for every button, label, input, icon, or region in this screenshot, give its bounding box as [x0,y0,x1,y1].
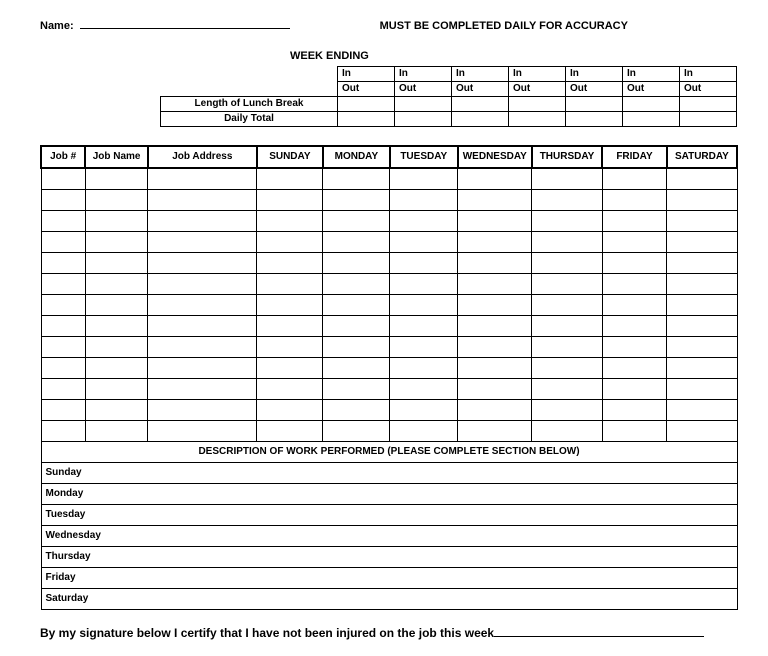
col-jobnum: Job # [41,146,85,168]
job-row[interactable] [41,211,737,232]
in-label: In [566,67,623,82]
col-day: SUNDAY [257,146,323,168]
job-table-header: Job # Job Name Job Address SUNDAY MONDAY… [41,146,737,168]
time-table: In In In In In In In Out Out Out Out Out… [160,66,737,127]
lunch-cell[interactable] [338,97,395,112]
job-row[interactable] [41,274,737,295]
out-label: Out [395,82,452,97]
daily-total-label: Daily Total [161,112,338,127]
in-label: In [338,67,395,82]
daily-total-cell[interactable] [566,112,623,127]
desc-row[interactable]: Friday [41,568,737,589]
lunch-cell[interactable] [509,97,566,112]
job-row[interactable] [41,379,737,400]
daily-total-cell[interactable] [680,112,737,127]
job-row[interactable] [41,232,737,253]
job-table: Job # Job Name Job Address SUNDAY MONDAY… [40,145,738,610]
out-label: Out [338,82,395,97]
daily-total-cell[interactable] [623,112,680,127]
desc-day[interactable]: Friday [41,568,737,589]
out-label: Out [623,82,680,97]
in-label: In [452,67,509,82]
lunch-break-label: Length of Lunch Break [161,97,338,112]
desc-day[interactable]: Saturday [41,589,737,610]
lunch-cell[interactable] [566,97,623,112]
certify-text: By my signature below I certify that I h… [40,626,494,640]
out-label: Out [566,82,623,97]
lunch-cell[interactable] [680,97,737,112]
week-ending-label: WEEK ENDING [290,50,738,62]
job-row[interactable] [41,337,737,358]
job-row[interactable] [41,295,737,316]
job-row[interactable] [41,421,737,442]
col-day: SATURDAY [667,146,737,168]
desc-day[interactable]: Wednesday [41,526,737,547]
desc-day[interactable]: Sunday [41,463,737,484]
daily-total-cell[interactable] [509,112,566,127]
desc-day[interactable]: Monday [41,484,737,505]
lunch-cell[interactable] [623,97,680,112]
col-day: THURSDAY [532,146,602,168]
desc-row[interactable]: Tuesday [41,505,737,526]
job-row[interactable] [41,168,737,190]
desc-row[interactable]: Monday [41,484,737,505]
description-section-title: DESCRIPTION OF WORK PERFORMED (PLEASE CO… [41,442,737,463]
job-row[interactable] [41,190,737,211]
certify-line: By my signature below I certify that I h… [40,624,738,640]
desc-row[interactable]: Sunday [41,463,737,484]
name-label: Name: [40,20,74,32]
daily-total-cell[interactable] [452,112,509,127]
desc-row[interactable]: Thursday [41,547,737,568]
header-row: Name: MUST BE COMPLETED DAILY FOR ACCURA… [40,16,738,32]
col-day: WEDNESDAY [458,146,532,168]
lunch-cell[interactable] [395,97,452,112]
job-row[interactable] [41,400,737,421]
description-section-header: DESCRIPTION OF WORK PERFORMED (PLEASE CO… [41,442,737,463]
out-label: Out [452,82,509,97]
in-label: In [395,67,452,82]
desc-row[interactable]: Wednesday [41,526,737,547]
in-label: In [623,67,680,82]
desc-day[interactable]: Tuesday [41,505,737,526]
in-label: In [680,67,737,82]
daily-total-cell[interactable] [338,112,395,127]
lunch-cell[interactable] [452,97,509,112]
must-complete-label: MUST BE COMPLETED DAILY FOR ACCURACY [380,20,628,32]
name-input-line[interactable] [80,16,290,29]
job-row[interactable] [41,358,737,379]
out-label: Out [680,82,737,97]
col-day: FRIDAY [602,146,667,168]
col-day: TUESDAY [390,146,458,168]
signature-line[interactable] [494,624,704,637]
job-row[interactable] [41,316,737,337]
col-jobname: Job Name [85,146,147,168]
job-row[interactable] [41,253,737,274]
out-label: Out [509,82,566,97]
col-jobaddr: Job Address [148,146,257,168]
desc-day[interactable]: Thursday [41,547,737,568]
daily-total-cell[interactable] [395,112,452,127]
desc-row[interactable]: Saturday [41,589,737,610]
in-label: In [509,67,566,82]
col-day: MONDAY [323,146,390,168]
